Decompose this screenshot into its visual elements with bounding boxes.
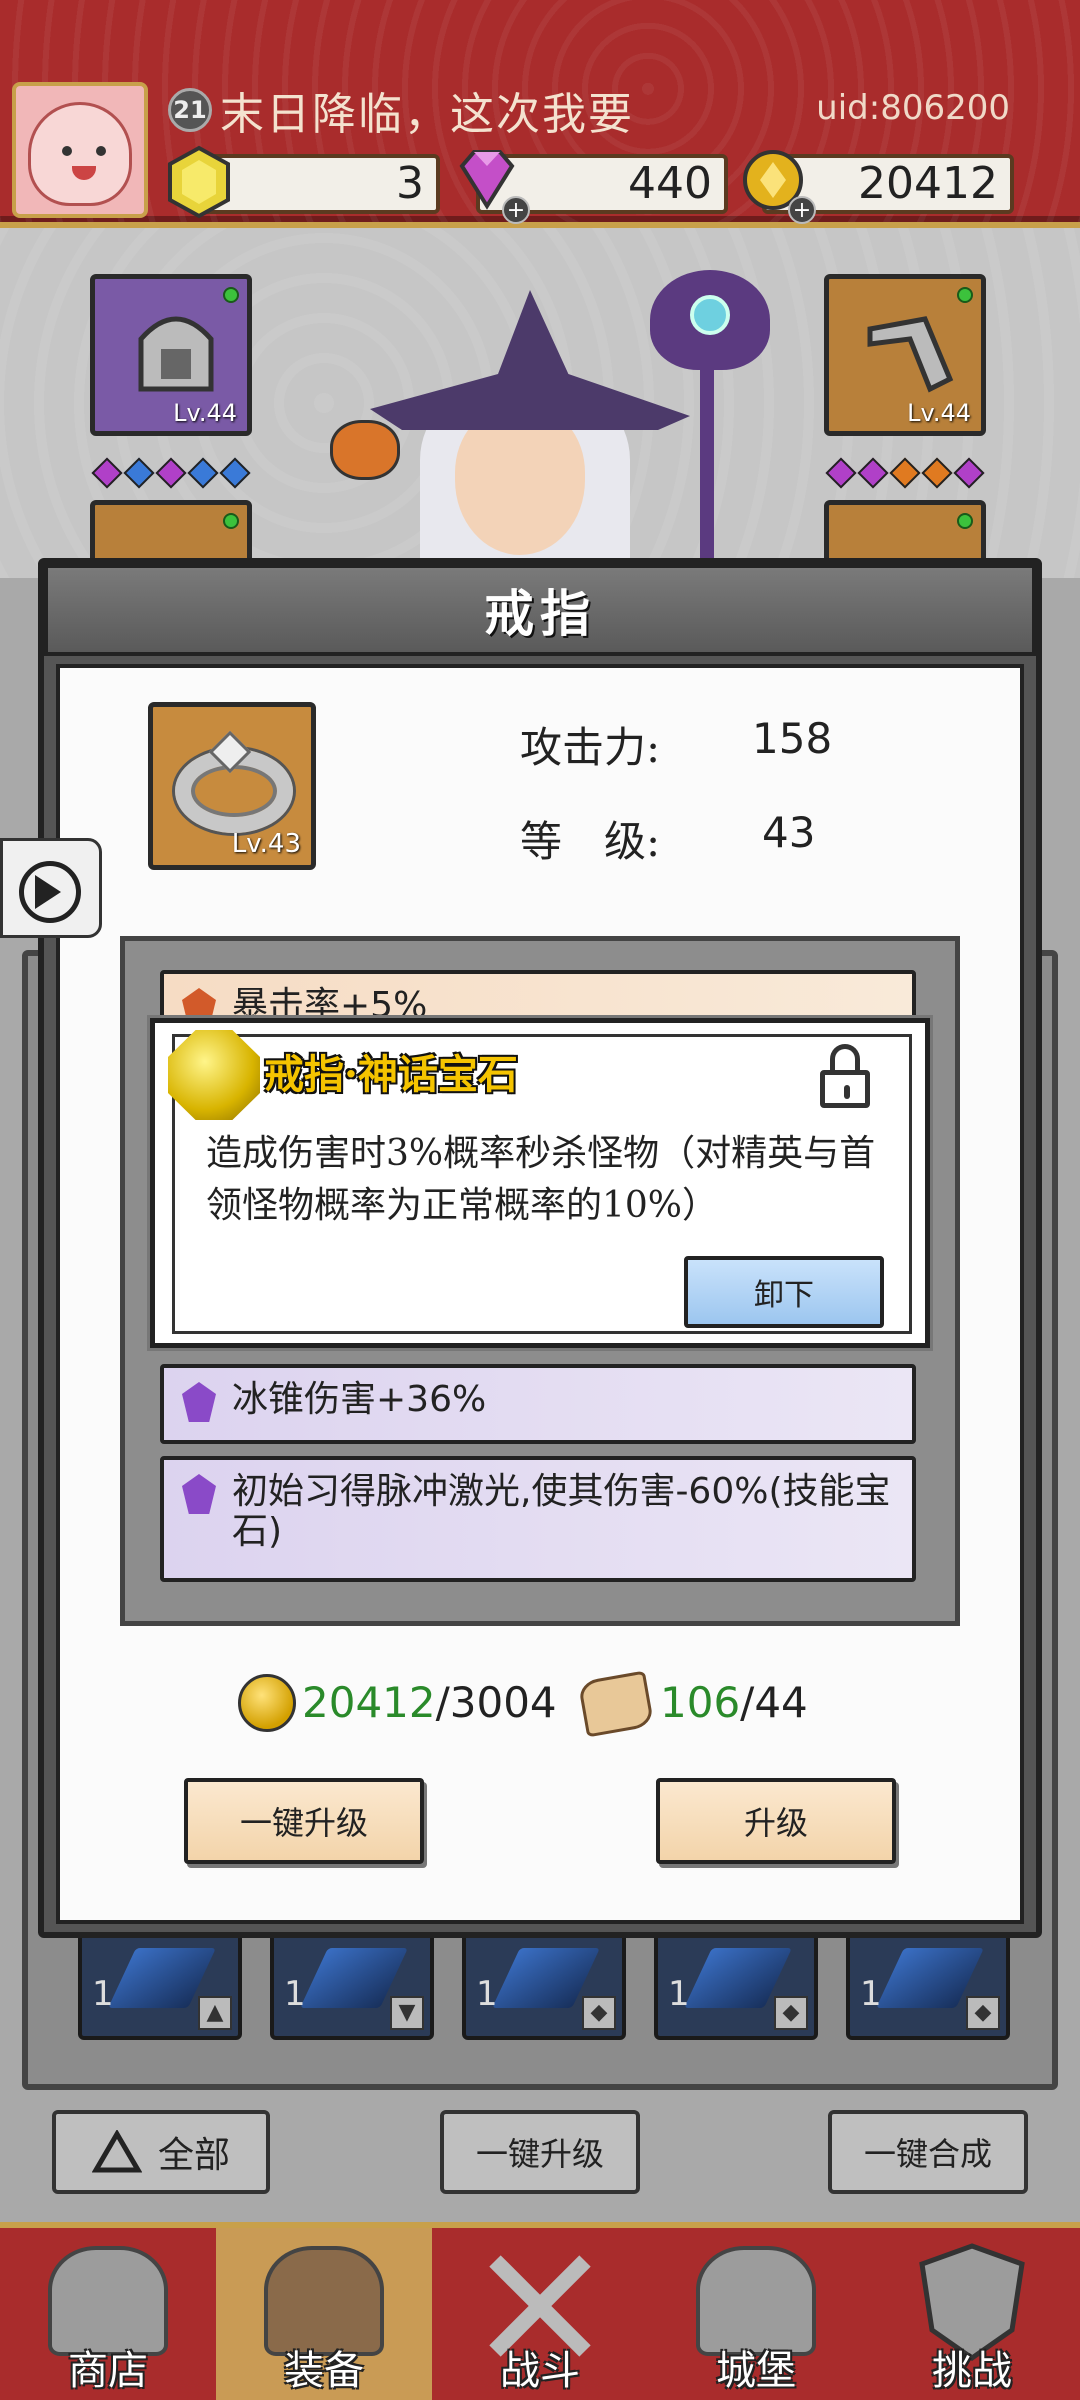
avatar-eye-left bbox=[62, 146, 72, 156]
armor-type-icon: ▲ bbox=[198, 1996, 232, 2030]
side-expand-button[interactable] bbox=[0, 838, 102, 938]
inventory-quick-upgrade-button[interactable]: 一键升级 bbox=[440, 2110, 640, 2194]
player-uid: uid:806200 bbox=[816, 88, 1010, 128]
inventory-gem-slot[interactable]: 1 ▼ bbox=[270, 1930, 434, 2040]
equip-slot-helmet[interactable]: Lv.44 bbox=[90, 274, 252, 436]
purple-gem-icon bbox=[182, 1382, 216, 1422]
level-label: 等 级: bbox=[520, 817, 661, 866]
inventory-gem-slot[interactable]: 1 ◆ bbox=[846, 1930, 1010, 2040]
inventory-gem-slot[interactable]: 1 ◆ bbox=[654, 1930, 818, 2040]
popup-title: 戒指·神话宝石 bbox=[264, 1051, 518, 1098]
upgrade-available-dot bbox=[957, 513, 973, 529]
add-gold-button[interactable]: + bbox=[788, 196, 816, 224]
lock-icon[interactable] bbox=[820, 1044, 870, 1110]
quick-merge-button[interactable]: 一键合成 bbox=[828, 2110, 1028, 2194]
gem-row[interactable]: 初始习得脉冲激光,使其伤害-60%(技能宝石) bbox=[160, 1456, 916, 1582]
gem-slot-count: 1 bbox=[860, 1974, 882, 2014]
nav-battle[interactable]: 战斗 bbox=[432, 2228, 648, 2400]
gold-cost: 20412/3004 bbox=[302, 1678, 557, 1727]
unequip-button[interactable]: 卸下 bbox=[684, 1256, 884, 1328]
gold-coin-icon bbox=[238, 1674, 296, 1732]
gem-row[interactable]: 冰锥伤害+36% bbox=[160, 1364, 916, 1444]
inventory-gem-slot[interactable]: 1 ◆ bbox=[462, 1930, 626, 2040]
gem-slot-count: 1 bbox=[476, 1974, 498, 2014]
weapon-type-icon: ◆ bbox=[966, 1996, 1000, 2030]
item-level: Lv.43 bbox=[231, 829, 301, 859]
boot-type-icon: ▼ bbox=[390, 1996, 424, 2030]
weapon-type-icon: ◆ bbox=[582, 1996, 616, 2030]
weapon-level: Lv.44 bbox=[907, 399, 971, 427]
gem-slot-count: 1 bbox=[92, 1974, 114, 2014]
gem-slot-count: 1 bbox=[668, 1974, 690, 2014]
player-level-badge: 21 bbox=[168, 88, 212, 132]
nav-castle-label: 城堡 bbox=[716, 2348, 796, 2394]
nav-equipment[interactable]: 装备 bbox=[216, 2228, 432, 2400]
attack-value: 158 bbox=[752, 714, 833, 763]
upgrade-button[interactable]: 升级 bbox=[656, 1778, 896, 1864]
avatar-eye-right bbox=[96, 146, 106, 156]
pumpkin-pet bbox=[330, 420, 400, 480]
attack-label: 攻击力: bbox=[520, 723, 661, 772]
add-diamonds-button[interactable]: + bbox=[502, 196, 530, 224]
helmet-level: Lv.44 bbox=[173, 399, 237, 427]
weapon-type-icon: ◆ bbox=[774, 1996, 808, 2030]
modal-title: 戒指 bbox=[44, 564, 1036, 656]
inventory-gem-slot[interactable]: 1 ▲ bbox=[78, 1930, 242, 2040]
nav-challenge-label: 挑战 bbox=[932, 2348, 1012, 2394]
scroll-cost: 106/44 bbox=[660, 1678, 808, 1727]
gold-have: 20412 bbox=[302, 1678, 436, 1727]
triangle-filter-icon bbox=[91, 2130, 142, 2173]
helmet-icon bbox=[138, 316, 214, 392]
player-name: 末日降临，这次我要 bbox=[220, 89, 634, 140]
upgrade-available-dot bbox=[223, 513, 239, 529]
armguard-icon bbox=[867, 316, 954, 393]
filter-all-button[interactable]: 全部 bbox=[52, 2110, 270, 2194]
scroll-have: 106 bbox=[660, 1678, 741, 1727]
purple-gem-icon bbox=[182, 1474, 216, 1514]
player-avatar[interactable] bbox=[12, 82, 148, 218]
scroll-need: /44 bbox=[740, 1678, 808, 1727]
mythic-gem-icon bbox=[168, 1030, 260, 1120]
quick-upgrade-button[interactable]: 一键升级 bbox=[184, 1778, 424, 1864]
gold-need: /3004 bbox=[435, 1678, 557, 1727]
gem-effect-text: 冰锥伤害+36% bbox=[232, 1379, 487, 1420]
lock-body bbox=[820, 1070, 870, 1108]
gem-effect-text: 初始习得脉冲激光,使其伤害-60%(技能宝石) bbox=[232, 1471, 891, 1552]
nav-challenge[interactable]: 挑战 bbox=[864, 2228, 1080, 2400]
energy-gem-icon bbox=[166, 144, 232, 220]
level-value: 43 bbox=[762, 808, 816, 857]
nav-shop-label: 商店 bbox=[68, 2348, 148, 2394]
lock-keyhole bbox=[844, 1085, 850, 1099]
play-arrow-icon bbox=[35, 875, 61, 909]
filter-all-label: 全部 bbox=[157, 2135, 230, 2176]
popup-description: 造成伤害时3%概率秒杀怪物（对精英与首领怪物概率为正常概率的10%） bbox=[206, 1133, 876, 1226]
avatar-face bbox=[28, 102, 132, 206]
nav-castle[interactable]: 城堡 bbox=[648, 2228, 864, 2400]
nav-battle-label: 战斗 bbox=[500, 2348, 580, 2394]
ring-item-slot: Lv.43 bbox=[148, 702, 316, 870]
equip-slot-weapon[interactable]: Lv.44 bbox=[824, 274, 986, 436]
nav-shop[interactable]: 商店 bbox=[0, 2228, 216, 2400]
hero-staff-gem bbox=[690, 295, 730, 335]
gem-slot-count: 1 bbox=[284, 1974, 306, 2014]
nav-equipment-label: 装备 bbox=[284, 2348, 364, 2394]
